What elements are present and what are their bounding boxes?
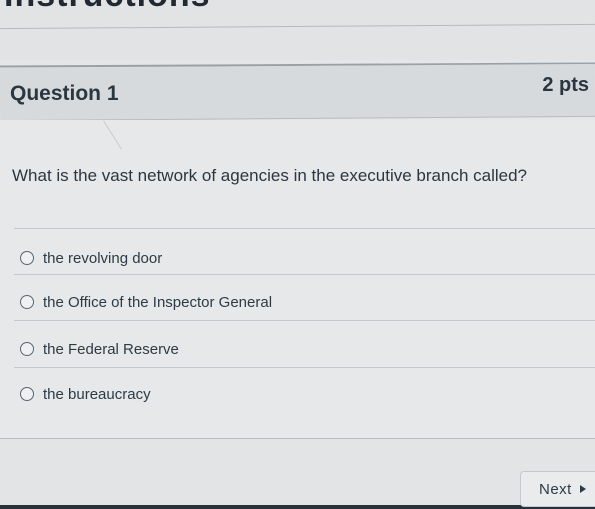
next-button-label: Next — [539, 480, 572, 498]
instructions-area: Instructions — [0, 0, 595, 60]
answer-option-inspector-general[interactable]: the Office of the Inspector General — [20, 290, 272, 314]
answer-label: the bureaucracy — [43, 385, 151, 403]
answers-top-divider — [14, 228, 595, 229]
answer-label: the Federal Reserve — [43, 340, 179, 358]
question-points: 2 pts — [542, 74, 589, 96]
next-button[interactable]: Next — [520, 471, 595, 507]
radio-button[interactable] — [20, 251, 34, 265]
radio-button[interactable] — [20, 342, 34, 356]
answer-option-federal-reserve[interactable]: the Federal Reserve — [20, 337, 179, 361]
answer-label: the revolving door — [43, 249, 163, 267]
radio-button[interactable] — [20, 295, 34, 309]
answer-option-revolving-door[interactable]: the revolving door — [20, 246, 162, 270]
caret-right-icon — [579, 485, 586, 493]
answer-divider — [14, 274, 595, 275]
question-title: Question 1 — [10, 82, 119, 105]
answer-divider — [14, 320, 595, 321]
footer-edge-bar — [0, 505, 595, 509]
answer-divider — [14, 367, 595, 368]
instructions-heading: Instructions — [4, 0, 211, 15]
answer-option-bureaucracy[interactable]: the bureaucracy — [20, 382, 151, 406]
quiz-footer — [0, 438, 595, 509]
answer-label: the Office of the Inspector General — [43, 293, 273, 311]
question-text: What is the vast network of agencies in … — [12, 166, 528, 185]
radio-button[interactable] — [20, 387, 34, 401]
